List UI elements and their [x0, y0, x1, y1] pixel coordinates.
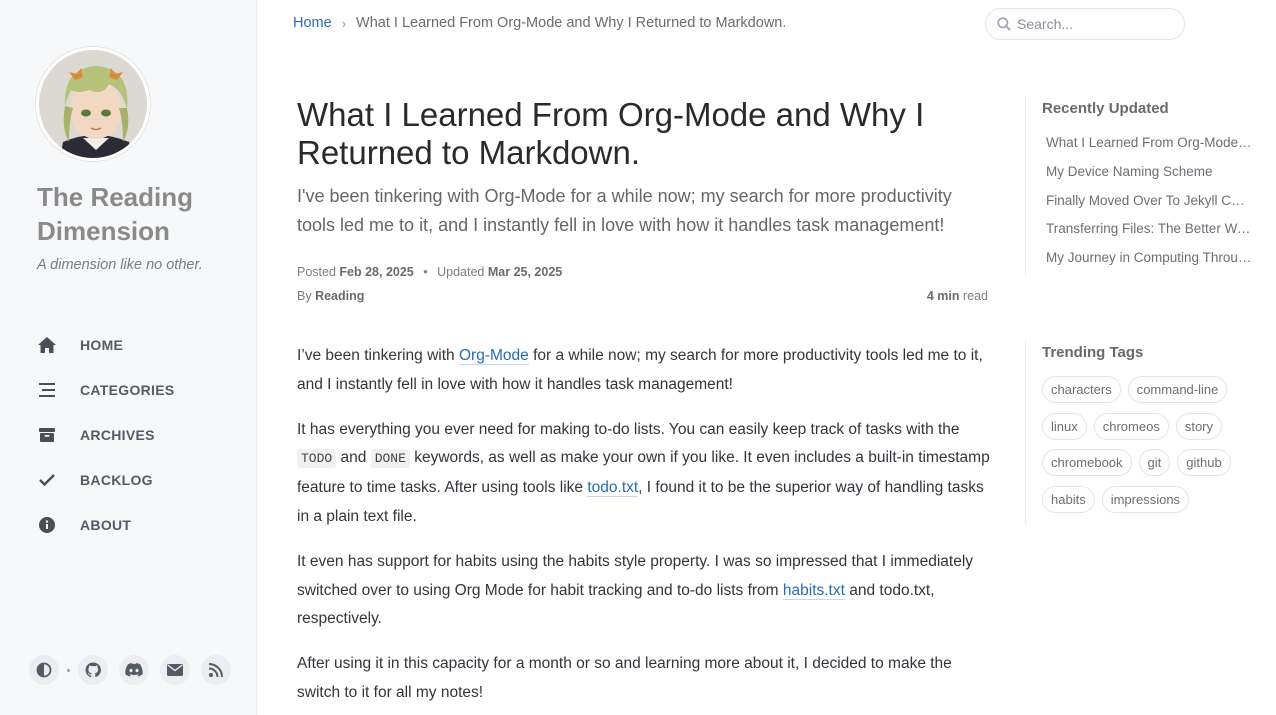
tag[interactable]: chromeos — [1093, 412, 1169, 440]
habits-txt-link[interactable]: habits.txt — [782, 581, 845, 600]
read-time-value: 4 min — [926, 289, 960, 303]
post-content: I’ve been tinkering with Org-Mode for a … — [297, 342, 992, 715]
todo-txt-link[interactable]: todo.txt — [587, 479, 639, 498]
sidebar-item-home[interactable]: HOME — [0, 322, 256, 367]
sidebar-item-categories[interactable]: CATEGORIES — [0, 367, 256, 412]
list-item[interactable]: My Device Naming Scheme — [1042, 158, 1252, 187]
breadcrumb-home-link[interactable]: Home — [293, 15, 332, 31]
post-dates: Posted Feb 28, 2025 • Updated Mar 25, 20… — [297, 265, 562, 279]
sidebar-item-label: BACKLOG — [80, 471, 153, 488]
post-author: By Reading — [297, 289, 364, 303]
post-title: What I Learned From Org-Mode and Why I R… — [297, 96, 925, 171]
text: It has everything you ever need for maki… — [297, 420, 960, 438]
github-icon — [85, 662, 101, 678]
theme-toggle-icon — [36, 662, 52, 678]
avatar[interactable] — [36, 47, 150, 161]
sidebar-bottom-links — [29, 655, 242, 685]
discord-link[interactable] — [119, 655, 149, 685]
text: and — [336, 449, 371, 467]
sidebar-item-archives[interactable]: ARCHIVES — [0, 412, 256, 457]
theme-toggle-button[interactable] — [29, 655, 59, 685]
inline-code: TODO — [297, 449, 337, 469]
stream-icon — [37, 380, 57, 400]
check-icon — [37, 470, 57, 490]
list-item[interactable]: Finally Moved Over To Jekyll Chirpy — [1042, 187, 1252, 216]
org-mode-link[interactable]: Org-Mode — [458, 347, 529, 365]
paragraph: I’ve been tinkering with Org-Mode for a … — [297, 342, 992, 400]
paragraph: It even has support for habits using the… — [297, 548, 992, 634]
site-subtitle: A dimension like no other. — [37, 257, 203, 273]
info-icon — [37, 515, 57, 535]
breadcrumb-current: What I Learned From Org-Mode and Why I R… — [356, 15, 787, 31]
paragraph: After using it in this capacity for a mo… — [297, 655, 952, 701]
updated-date[interactable]: Mar 25, 2025 — [488, 265, 562, 279]
author-name[interactable]: Reading — [315, 289, 364, 303]
recently-updated-list: What I Learned From Org-Mode and Why I R… — [1042, 129, 1265, 273]
breadcrumb: Home › What I Learned From Org-Mode and … — [293, 15, 786, 31]
sidebar-item-label: ABOUT — [80, 516, 132, 533]
tag[interactable]: impressions — [1101, 485, 1190, 513]
sidebar-item-about[interactable]: ABOUT — [0, 502, 256, 547]
read-time: 4 min read — [927, 289, 988, 303]
tag[interactable]: story — [1175, 412, 1222, 440]
email-link[interactable] — [160, 655, 190, 685]
recently-updated-panel: Recently Updated What I Learned From Org… — [1025, 96, 1265, 276]
tag-list: characters command-line linux chromeos s… — [1042, 376, 1247, 522]
list-item[interactable]: My Journey in Computing Through the Year… — [1042, 244, 1252, 273]
tag[interactable]: characters — [1042, 376, 1121, 403]
tag[interactable]: chromebook — [1042, 449, 1132, 476]
home-icon — [37, 335, 57, 355]
search-box[interactable] — [985, 8, 1185, 40]
recently-updated-heading: Recently Updated — [1042, 100, 1169, 117]
sidebar-item-label: CATEGORIES — [80, 381, 175, 398]
posted-date[interactable]: Feb 28, 2025 — [339, 265, 413, 279]
tag[interactable]: git — [1138, 449, 1171, 476]
separator-dot — [67, 668, 70, 672]
sidebar-item-label: ARCHIVES — [80, 426, 155, 443]
search-input[interactable] — [1017, 16, 1177, 32]
sidebar-item-backlog[interactable]: BACKLOG — [0, 457, 256, 502]
meta-separator: • — [423, 265, 428, 279]
tag[interactable]: command-line — [1127, 376, 1228, 403]
discord-icon — [125, 663, 143, 677]
sidebar: The Reading Dimension A dimension like n… — [0, 0, 257, 715]
search-icon — [997, 17, 1011, 31]
tag[interactable]: habits — [1042, 485, 1095, 513]
rss-icon — [209, 663, 223, 677]
breadcrumb-separator: › — [341, 15, 347, 31]
updated-label: Updated — [437, 265, 485, 279]
list-item[interactable]: What I Learned From Org-Mode and Why I R… — [1042, 129, 1252, 158]
read-time-label: read — [962, 289, 988, 303]
list-item[interactable]: Transferring Files: The Better Way! — [1042, 215, 1252, 244]
text: I’ve been tinkering with — [297, 347, 459, 364]
inline-code: DONE — [370, 449, 410, 469]
sidebar-item-label: HOME — [80, 336, 124, 353]
avatar-image — [39, 50, 147, 158]
trending-tags-panel: Trending Tags characters command-line li… — [1025, 340, 1265, 525]
tag[interactable]: github — [1177, 449, 1231, 476]
archive-icon — [37, 425, 57, 445]
github-link[interactable] — [78, 655, 108, 685]
site-title[interactable]: The Reading Dimension — [37, 180, 237, 248]
sidebar-nav: HOME CATEGORIES ARCHIVES BACKLOG ABOUT — [0, 322, 256, 547]
trending-tags-heading: Trending Tags — [1042, 344, 1144, 361]
rss-link[interactable] — [201, 655, 231, 685]
post-description: I've been tinkering with Org-Mode for a … — [297, 186, 952, 235]
by-label: By — [297, 289, 312, 303]
posted-label: Posted — [297, 265, 336, 279]
email-icon — [167, 664, 183, 676]
tag[interactable]: linux — [1042, 412, 1087, 440]
paragraph: It has everything you ever need for maki… — [297, 416, 992, 532]
